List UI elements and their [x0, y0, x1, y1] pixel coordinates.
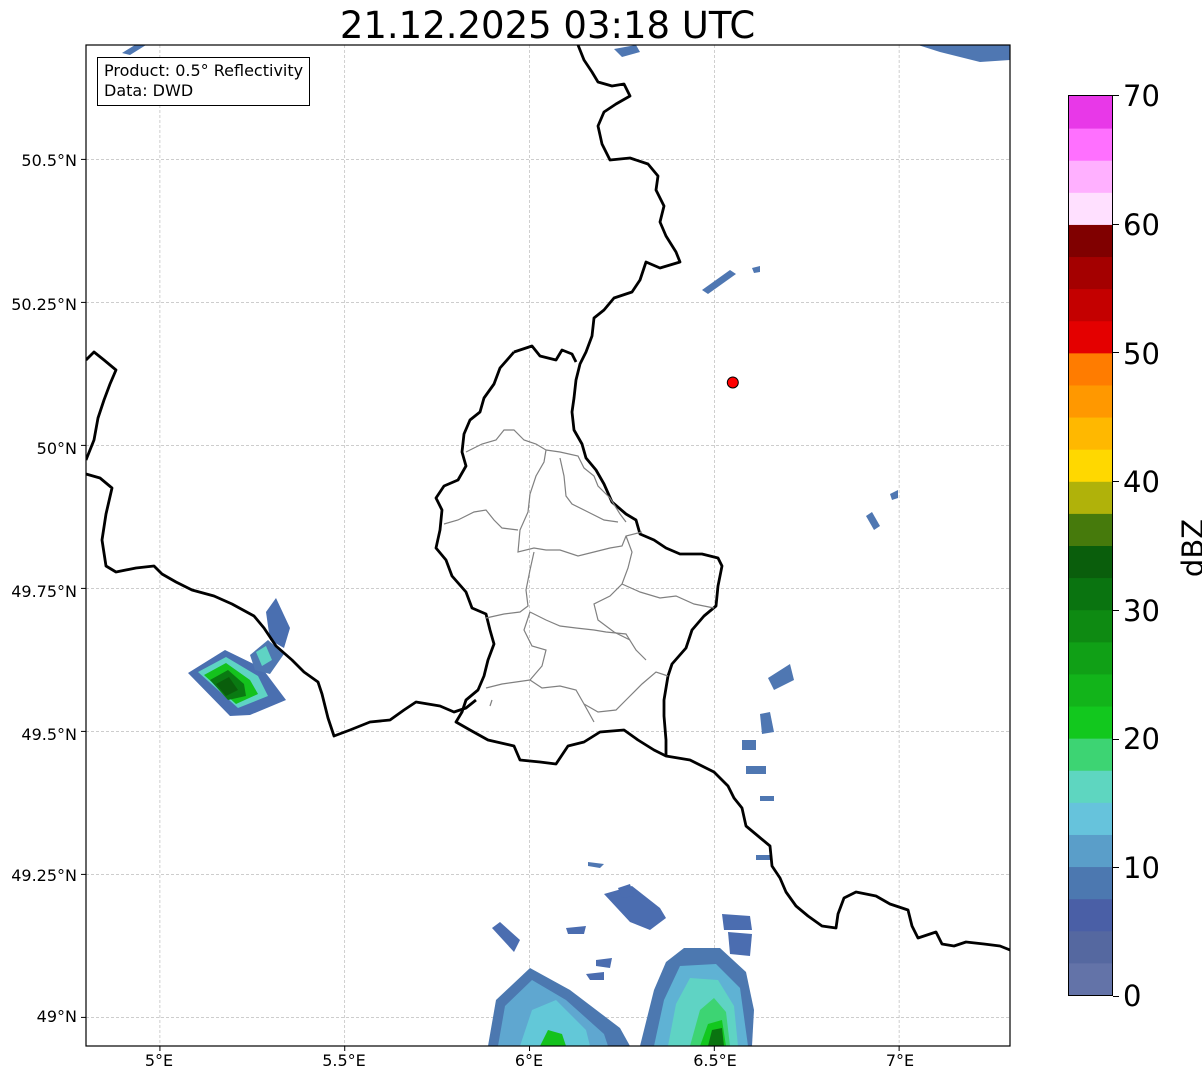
colorbar-segment	[1069, 641, 1112, 675]
colorbar-segment	[1069, 673, 1112, 707]
colorbar-segment	[1069, 96, 1112, 129]
colorbar-segment	[1069, 802, 1112, 835]
colorbar-tick-label: 60	[1123, 208, 1160, 242]
colorbar-tick-mark	[1113, 996, 1119, 997]
location-marker	[726, 376, 739, 389]
colorbar	[1068, 95, 1113, 996]
colorbar-tick-label: 70	[1123, 79, 1160, 113]
colorbar-segment	[1069, 288, 1112, 322]
colorbar-tick-label: 20	[1123, 722, 1160, 756]
y-tick-label: 50.25°N	[11, 295, 77, 314]
x-tick-label: 5°E	[144, 1051, 174, 1070]
colorbar-tick-label: 10	[1123, 851, 1160, 885]
product-info-box: Product: 0.5° Reflectivity Data: DWD	[97, 57, 311, 106]
colorbar-segment	[1069, 224, 1112, 258]
colorbar-segment	[1069, 481, 1112, 514]
colorbar-segment	[1069, 320, 1112, 354]
colorbar-segment	[1069, 962, 1112, 995]
y-tick-label: 49.75°N	[11, 582, 77, 601]
x-tick-label: 5.5°E	[322, 1051, 366, 1070]
colorbar-segment	[1069, 577, 1112, 611]
y-tick-label: 49.25°N	[11, 866, 77, 885]
colorbar-tick-mark	[1113, 738, 1119, 740]
data-source-label: Data: DWD	[104, 81, 194, 100]
colorbar-tick-mark	[1113, 95, 1119, 96]
colorbar-tick-label: 30	[1123, 594, 1160, 628]
colorbar-segment	[1069, 706, 1112, 739]
x-tick-label: 7°E	[885, 1051, 915, 1070]
y-tick-label: 50°N	[36, 439, 77, 458]
colorbar-segment	[1069, 384, 1112, 418]
colorbar-segment	[1069, 930, 1112, 964]
colorbar-tick-label: 50	[1123, 337, 1160, 371]
x-tick-label: 6°E	[514, 1051, 544, 1070]
colorbar-tick-mark	[1113, 223, 1119, 225]
colorbar-segment	[1069, 866, 1112, 900]
colorbar-segment	[1069, 417, 1112, 450]
colorbar-segment	[1069, 192, 1112, 225]
radar-map	[81, 44, 1011, 1051]
colorbar-tick-mark	[1113, 609, 1119, 611]
colorbar-segment	[1069, 898, 1112, 932]
y-tick-label: 50.5°N	[21, 151, 77, 170]
colorbar-tick-label: 40	[1123, 465, 1160, 499]
colorbar-tick-mark	[1113, 867, 1119, 869]
product-label: Product: 0.5° Reflectivity	[104, 61, 304, 80]
colorbar-segment	[1069, 160, 1112, 193]
colorbar-segment	[1069, 449, 1112, 482]
colorbar-segment	[1069, 834, 1112, 868]
colorbar-label: dBZ	[1176, 518, 1202, 578]
colorbar-segment	[1069, 256, 1112, 290]
colorbar-segment	[1069, 128, 1112, 161]
y-tick-label: 49.5°N	[21, 725, 77, 744]
colorbar-tick-label: 0	[1123, 979, 1142, 1013]
colorbar-segment	[1069, 352, 1112, 386]
colorbar-segment	[1069, 770, 1112, 803]
x-tick-label: 6.5°E	[693, 1051, 737, 1070]
y-tick-label: 49°N	[36, 1007, 77, 1026]
colorbar-segment	[1069, 609, 1112, 643]
colorbar-segment	[1069, 738, 1112, 771]
colorbar-tick-mark	[1113, 352, 1119, 354]
colorbar-segment	[1069, 545, 1112, 579]
colorbar-tick-mark	[1113, 481, 1119, 483]
colorbar-segment	[1069, 513, 1112, 546]
